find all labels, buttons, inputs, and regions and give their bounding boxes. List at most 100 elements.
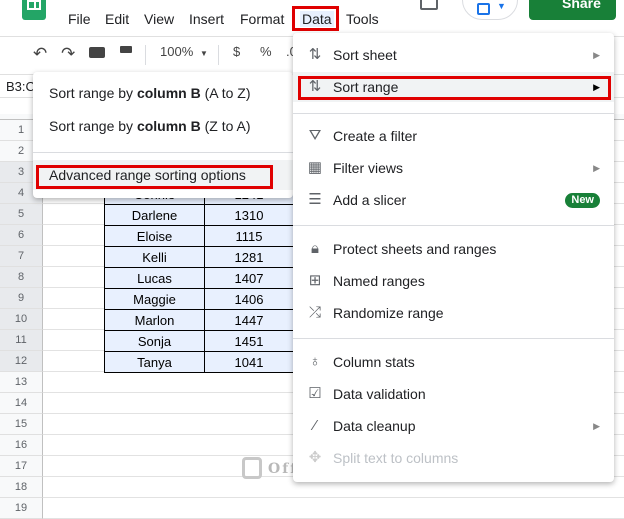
- sort-icon: ⇅: [308, 46, 322, 63]
- row-header[interactable]: 8: [0, 267, 43, 288]
- sort-a-to-z[interactable]: Sort range by column B (A to Z): [33, 78, 293, 108]
- row-header[interactable]: 18: [0, 477, 43, 498]
- magic-wand-icon: ⁄: [313, 417, 317, 434]
- menu-item-label: Randomize range: [333, 305, 444, 321]
- row-header[interactable]: 17: [0, 456, 43, 477]
- row-header[interactable]: 14: [0, 393, 43, 414]
- score-cell[interactable]: 1115: [204, 225, 294, 247]
- score-cell[interactable]: 1451: [204, 330, 294, 352]
- move-button[interactable]: ▼: [462, 0, 518, 20]
- score-cell[interactable]: 1041: [204, 351, 294, 373]
- row-header[interactable]: 10: [0, 309, 43, 330]
- submenu-arrow-icon: ▶: [593, 82, 600, 92]
- comment-icon[interactable]: [420, 0, 438, 10]
- sort-range-submenu: Sort range by column B (A to Z) Sort ran…: [33, 72, 293, 198]
- menu-item-named-ranges[interactable]: ⊞ Named ranges: [293, 266, 614, 296]
- sort-z-to-a[interactable]: Sort range by column B (Z to A): [33, 111, 293, 141]
- row-header[interactable]: 19: [0, 498, 43, 519]
- menu-item-label: Filter views: [333, 160, 404, 176]
- toolbar-divider: [218, 45, 219, 65]
- lock-icon: 🔒︎: [311, 240, 319, 257]
- menu-item-label: Named ranges: [333, 273, 425, 289]
- menu-divider: [293, 113, 614, 114]
- menu-item-column-stats[interactable]: ♁ Column stats: [293, 347, 614, 377]
- row-header[interactable]: 7: [0, 246, 43, 267]
- menu-insert[interactable]: Insert: [189, 11, 224, 27]
- sheets-logo[interactable]: [22, 0, 46, 20]
- slicer-icon: ☰: [308, 191, 322, 208]
- menu-item-label: Create a filter: [333, 128, 418, 144]
- menu-file[interactable]: File: [68, 11, 91, 27]
- share-label: Share: [562, 0, 601, 11]
- currency-button[interactable]: $: [233, 44, 240, 59]
- named-ranges-icon: ⊞: [308, 272, 322, 289]
- zoom-select[interactable]: 100%: [160, 44, 193, 59]
- menu-divider: [293, 338, 614, 339]
- submenu-arrow-icon: ▶: [593, 163, 600, 173]
- menu-item-label: Sort range: [333, 79, 399, 95]
- print-icon[interactable]: [89, 47, 105, 58]
- menu-item-split-text-to-columns[interactable]: ✥ Split text to columns: [293, 443, 614, 473]
- row-header[interactable]: 5: [0, 204, 43, 225]
- row-header[interactable]: 6: [0, 225, 43, 246]
- name-cell[interactable]: Marlon: [104, 309, 205, 331]
- menu-edit[interactable]: Edit: [105, 11, 129, 27]
- data-validation-icon: ☑: [308, 385, 322, 402]
- advanced-sorting-options[interactable]: Advanced range sorting options: [33, 160, 293, 190]
- menu-item-label: Data validation: [333, 386, 426, 402]
- split-icon: ✥: [308, 449, 322, 466]
- menu-item-label: Data cleanup: [333, 418, 416, 434]
- data-menu: ⇅ Sort sheet ▶ ⇅ Sort range ▶ ⛛ Create a filter…: [293, 33, 614, 482]
- paint-format-icon[interactable]: [120, 46, 132, 53]
- name-cell[interactable]: Darlene: [104, 204, 205, 226]
- menu-item-randomize-range[interactable]: ⤮ Randomize range: [293, 298, 614, 328]
- score-cell[interactable]: 1406: [204, 288, 294, 310]
- name-cell[interactable]: Lucas: [104, 267, 205, 289]
- menu-divider: [293, 225, 614, 226]
- row-header[interactable]: 9: [0, 288, 43, 309]
- menu-item-protect-sheets-and-ranges[interactable]: 🔒︎ Protect sheets and ranges: [293, 234, 614, 264]
- chevron-down-icon[interactable]: ▼: [200, 49, 208, 58]
- row-header[interactable]: 13: [0, 372, 43, 393]
- name-cell[interactable]: Eloise: [104, 225, 205, 247]
- score-cell[interactable]: 1447: [204, 309, 294, 331]
- menu-item-data-cleanup[interactable]: ⁄ Data cleanup ▶: [293, 411, 614, 441]
- row-header[interactable]: 11: [0, 330, 43, 351]
- sort-icon: ⇅: [308, 78, 322, 95]
- score-cell[interactable]: 1310: [204, 204, 294, 226]
- menu-data[interactable]: Data: [300, 11, 334, 27]
- shuffle-icon: ⤮: [308, 304, 321, 321]
- toolbar-divider: [145, 45, 146, 65]
- menu-item-add-a-slicer[interactable]: ☰ Add a slicer New: [293, 185, 614, 215]
- menu-item-filter-views[interactable]: ▦ Filter views ▶: [293, 153, 614, 183]
- row-header[interactable]: 12: [0, 351, 43, 372]
- row-header[interactable]: 16: [0, 435, 43, 456]
- undo-icon[interactable]: ↶: [33, 44, 47, 64]
- name-cell[interactable]: Kelli: [104, 246, 205, 268]
- lightbulb-icon: ♁: [309, 353, 321, 370]
- percent-button[interactable]: %: [260, 44, 272, 59]
- score-cell[interactable]: 1281: [204, 246, 294, 268]
- watermark-logo-icon: [242, 457, 262, 479]
- menu-item-label: Sort sheet: [333, 47, 397, 63]
- menu-tools[interactable]: Tools: [346, 11, 379, 27]
- menu-item-sort-range[interactable]: ⇅ Sort range ▶: [293, 72, 614, 102]
- row-header[interactable]: 15: [0, 414, 43, 435]
- chevron-down-icon: ▼: [497, 1, 506, 11]
- menu-format[interactable]: Format: [240, 11, 284, 27]
- name-cell[interactable]: Tanya: [104, 351, 205, 373]
- menu-item-sort-sheet[interactable]: ⇅ Sort sheet ▶: [293, 40, 614, 70]
- menu-item-data-validation[interactable]: ☑ Data validation: [293, 379, 614, 409]
- redo-icon[interactable]: ↷: [61, 44, 75, 64]
- menu-view[interactable]: View: [144, 11, 174, 27]
- grid-line: [43, 497, 624, 498]
- name-cell[interactable]: Maggie: [104, 288, 205, 310]
- menu-item-label: Protect sheets and ranges: [333, 241, 497, 257]
- score-cell[interactable]: 1407: [204, 267, 294, 289]
- share-button[interactable]: Share: [529, 0, 616, 20]
- name-cell[interactable]: Sonja: [104, 330, 205, 352]
- filter-icon: ⛛: [308, 127, 322, 144]
- menu-item-create-a-filter[interactable]: ⛛ Create a filter: [293, 121, 614, 151]
- menu-item-label: Column stats: [333, 354, 415, 370]
- name-box[interactable]: B3:C: [6, 79, 35, 94]
